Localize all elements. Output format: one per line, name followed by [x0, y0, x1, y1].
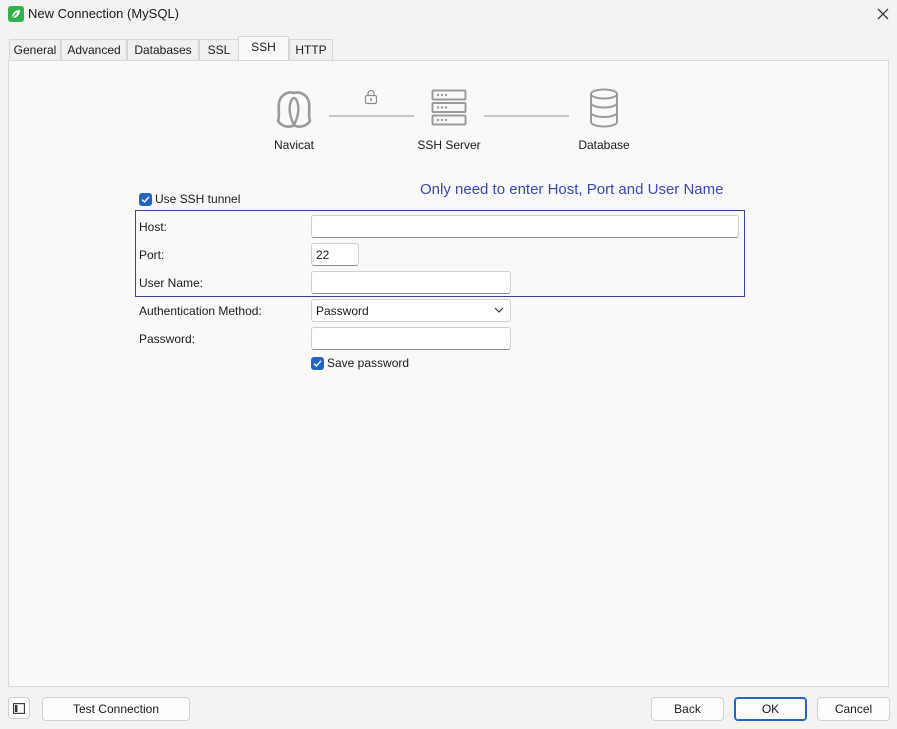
cancel-button[interactable]: Cancel [817, 697, 890, 721]
test-connection-button[interactable]: Test Connection [42, 697, 190, 721]
ok-button[interactable]: OK [734, 697, 807, 721]
ssh-server-icon [431, 89, 467, 126]
lock-icon [364, 89, 378, 105]
save-password-label[interactable]: Save password [327, 356, 409, 370]
navicat-app-icon [8, 6, 24, 22]
save-password-checkbox[interactable] [311, 357, 324, 370]
window-title: New Connection (MySQL) [28, 6, 179, 21]
checkmark-icon [313, 360, 322, 368]
close-icon [877, 8, 889, 20]
ssh-panel [8, 60, 889, 687]
username-label: User Name: [139, 276, 204, 290]
back-button[interactable]: Back [651, 697, 724, 721]
ssh-server-label: SSH Server [417, 138, 481, 152]
auth-method-select[interactable]: Password [311, 299, 511, 322]
port-input[interactable] [311, 243, 359, 266]
database-icon [590, 88, 618, 128]
auth-method-label: Authentication Method: [139, 304, 262, 318]
host-input[interactable] [311, 215, 739, 238]
tab-advanced[interactable]: Advanced [61, 39, 127, 60]
navicat-label: Navicat [273, 138, 314, 152]
host-label: Host: [139, 220, 168, 234]
tab-ssl[interactable]: SSL [199, 39, 239, 60]
use-ssh-tunnel-label[interactable]: Use SSH tunnel [155, 192, 240, 206]
auth-method-value: Password [316, 303, 369, 318]
tab-http[interactable]: HTTP [289, 39, 333, 60]
chevron-down-icon [494, 307, 504, 313]
tab-general[interactable]: General [9, 39, 61, 60]
password-input[interactable] [311, 327, 511, 350]
toggle-panel-button[interactable] [8, 697, 30, 719]
username-input[interactable] [311, 271, 511, 294]
database-label: Database [578, 138, 630, 152]
sidebar-panel-icon [13, 702, 25, 714]
diagram-connector-right [484, 115, 569, 117]
use-ssh-tunnel-checkbox[interactable] [139, 193, 152, 206]
tab-ssh[interactable]: SSH [238, 36, 289, 60]
password-label: Password: [139, 332, 196, 346]
port-label: Port: [139, 248, 165, 262]
title-bar: New Connection (MySQL) [0, 0, 897, 28]
tab-databases[interactable]: Databases [127, 39, 199, 60]
checkmark-icon [141, 196, 150, 204]
diagram-connector-left [329, 115, 414, 117]
close-button[interactable] [870, 2, 896, 26]
annotation-note: Only need to enter Host, Port and User N… [420, 181, 724, 198]
navicat-icon [276, 91, 312, 128]
